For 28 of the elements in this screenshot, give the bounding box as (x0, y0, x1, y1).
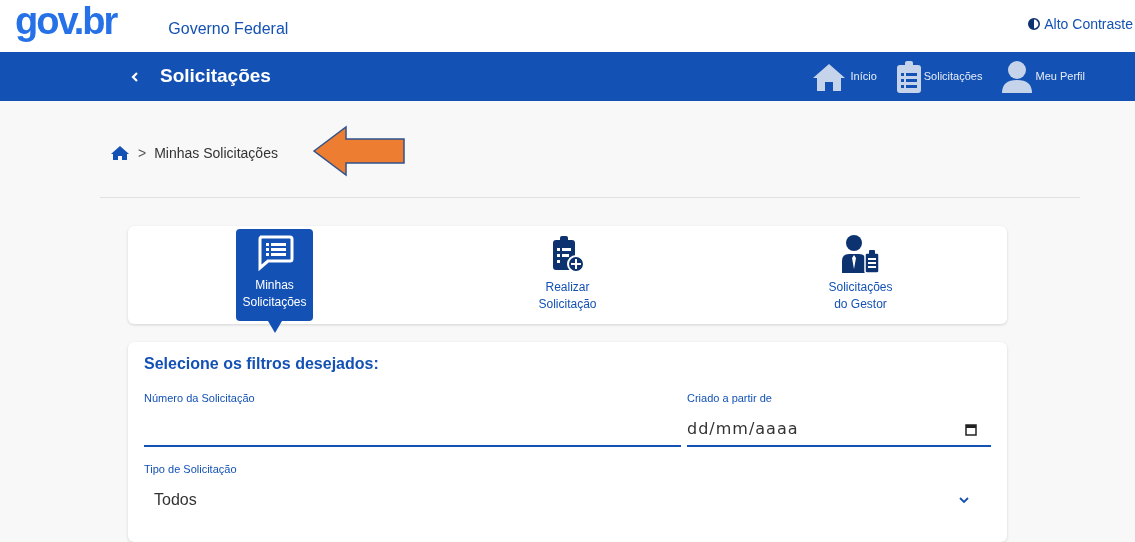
nav-link[interactable]: Solicitações (896, 60, 983, 93)
page-title: Solicitações (160, 64, 271, 89)
logo[interactable]: gov.br (15, 2, 117, 41)
user-icon (1002, 60, 1033, 93)
site-title: Governo Federal (168, 19, 289, 40)
breadcrumb-separator: > (138, 143, 147, 163)
filters-title: Selecione os filtros desejados: (144, 354, 380, 374)
high-contrast-link[interactable]: Alto Contraste (1028, 13, 1133, 35)
field-label: Criado a partir de (687, 391, 773, 406)
chevron-left-icon (130, 71, 138, 82)
calendar-icon (965, 422, 977, 436)
contrast-icon (1028, 18, 1041, 31)
home-icon[interactable] (110, 145, 130, 161)
arrow-icon (311, 125, 406, 177)
clipboard-plus-icon (550, 235, 585, 273)
field-label: Número da Solicitação (144, 391, 256, 406)
tab[interactable]: Solicitações do Gestor (805, 229, 916, 321)
nav-link[interactable]: Meu Perfil (1002, 60, 1085, 93)
tab[interactable]: Minhas Solicitações (236, 229, 313, 321)
manager-icon (840, 235, 881, 273)
tab[interactable]: Realizar Solicitação (512, 229, 623, 321)
date-field[interactable]: dd/mm/aaaa (687, 412, 991, 447)
chevron-down-icon (959, 496, 969, 504)
nav-link[interactable]: Início (811, 61, 877, 92)
field-label: Tipo de Solicitação (144, 461, 238, 477)
request-type-select[interactable]: Todos (144, 485, 991, 515)
breadcrumb-current: Minhas Solicitações (154, 143, 278, 163)
clipboard-icon (896, 60, 921, 93)
